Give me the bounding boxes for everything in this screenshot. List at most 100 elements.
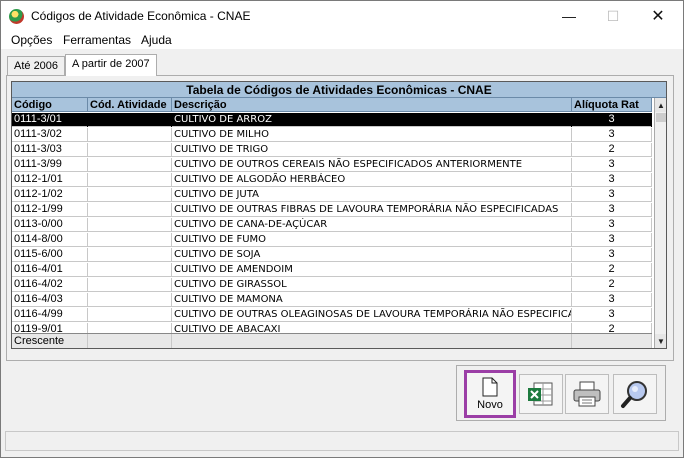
- cell-descricao: CULTIVO DE FUMO: [172, 233, 572, 247]
- cell-aliquota-rat: 3: [572, 293, 652, 307]
- menu-ajuda[interactable]: Ajuda: [141, 33, 172, 47]
- scroll-thumb[interactable]: [656, 113, 666, 122]
- tab-a-partir-2007[interactable]: A partir de 2007: [65, 54, 157, 76]
- status-bar: [5, 431, 679, 451]
- grid-title: Tabela de Códigos de Atividades Econômic…: [12, 82, 666, 98]
- cell-codigo: 0116-4/01: [12, 263, 88, 277]
- grid-header: Código Cód. Atividade Descrição Alíquota…: [12, 98, 652, 112]
- cell-aliquota-rat: 3: [572, 113, 652, 127]
- table-row[interactable]: 0116-4/02 CULTIVO DE GIRASSOL 2: [12, 278, 652, 292]
- menu-bar: Opções Ferramentas Ajuda: [1, 31, 683, 49]
- main-window: Códigos de Atividade Econômica - CNAE — …: [0, 0, 684, 458]
- sort-order-label: Crescente: [12, 334, 88, 348]
- cell-aliquota-rat: 3: [572, 188, 652, 202]
- table-row[interactable]: 0114-8/00 CULTIVO DE FUMO 3: [12, 233, 652, 247]
- cell-codigo: 0111-3/01: [12, 113, 88, 127]
- table-row[interactable]: 0116-4/03 CULTIVO DE MAMONA 3: [12, 293, 652, 307]
- cell-codigo: 0116-4/02: [12, 278, 88, 292]
- cell-descricao: CULTIVO DE SOJA: [172, 248, 572, 262]
- cell-cod-atividade: [88, 263, 172, 277]
- novo-button[interactable]: Novo: [464, 370, 516, 418]
- table-row[interactable]: 0112-1/01 CULTIVO DE ALGODÃO HERBÁCEO 3: [12, 173, 652, 187]
- cell-cod-atividade: [88, 248, 172, 262]
- cell-cod-atividade: [88, 143, 172, 157]
- table-row[interactable]: 0115-6/00 CULTIVO DE SOJA 3: [12, 248, 652, 262]
- cell-aliquota-rat: 2: [572, 143, 652, 157]
- footer-cell: [88, 334, 172, 348]
- column-header-aliquota-rat[interactable]: Alíquota Rat: [572, 98, 652, 112]
- cell-cod-atividade: [88, 128, 172, 142]
- scroll-down-icon[interactable]: ▼: [655, 334, 666, 348]
- cell-codigo: 0112-1/99: [12, 203, 88, 217]
- cell-cod-atividade: [88, 308, 172, 322]
- minimize-button[interactable]: —: [547, 1, 591, 31]
- menu-opcoes[interactable]: Opções: [11, 33, 52, 47]
- cell-descricao: CULTIVO DE ARROZ: [172, 113, 572, 127]
- cell-codigo: 0112-1/01: [12, 173, 88, 187]
- cell-codigo: 0113-0/00: [12, 218, 88, 232]
- new-document-icon: [482, 377, 498, 397]
- search-magnifier-icon: [621, 381, 647, 408]
- cell-aliquota-rat: 3: [572, 173, 652, 187]
- cell-aliquota-rat: 3: [572, 158, 652, 172]
- tab-ate-2006[interactable]: Até 2006: [7, 56, 66, 75]
- grid-footer: Crescente: [12, 333, 652, 348]
- cell-descricao: CULTIVO DE GIRASSOL: [172, 278, 572, 292]
- cell-aliquota-rat: 3: [572, 308, 652, 322]
- cell-aliquota-rat: 3: [572, 203, 652, 217]
- cell-codigo: 0111-3/03: [12, 143, 88, 157]
- cell-descricao: CULTIVO DE MILHO: [172, 128, 572, 142]
- cell-cod-atividade: [88, 293, 172, 307]
- cell-aliquota-rat: 2: [572, 263, 652, 277]
- table-row[interactable]: 0111-3/99 CULTIVO DE OUTROS CEREAIS NÃO E…: [12, 158, 652, 172]
- cell-aliquota-rat: 3: [572, 218, 652, 232]
- cell-codigo: 0114-8/00: [12, 233, 88, 247]
- search-button[interactable]: [613, 374, 657, 414]
- table-row[interactable]: 0112-1/99 CULTIVO DE OUTRAS FIBRAS DE LAV…: [12, 203, 652, 217]
- column-header-cod-atividade[interactable]: Cód. Atividade: [88, 98, 172, 112]
- cell-descricao: CULTIVO DE OUTRAS FIBRAS DE LAVOURA TEMP…: [172, 203, 572, 217]
- table-row[interactable]: 0113-0/00 CULTIVO DE CANA-DE-AÇÚCAR 3: [12, 218, 652, 232]
- cell-cod-atividade: [88, 278, 172, 292]
- column-header-descricao[interactable]: Descrição: [172, 98, 572, 112]
- column-header-codigo[interactable]: Código: [12, 98, 88, 112]
- cell-cod-atividade: [88, 233, 172, 247]
- cell-descricao: CULTIVO DE ALGODÃO HERBÁCEO: [172, 173, 572, 187]
- cell-descricao: CULTIVO DE JUTA: [172, 188, 572, 202]
- cell-codigo: 0111-3/99: [12, 158, 88, 172]
- scroll-up-icon[interactable]: ▲: [655, 98, 666, 112]
- novo-label: Novo: [477, 399, 503, 411]
- cell-codigo: 0111-3/02: [12, 128, 88, 142]
- footer-cell: [572, 334, 652, 348]
- cell-codigo: 0116-4/99: [12, 308, 88, 322]
- cell-descricao: CULTIVO DE MAMONA: [172, 293, 572, 307]
- excel-export-icon: [528, 382, 553, 406]
- menu-ferramentas[interactable]: Ferramentas: [63, 33, 131, 47]
- cell-aliquota-rat: 3: [572, 128, 652, 142]
- export-excel-button[interactable]: [519, 374, 563, 414]
- cnae-grid: Tabela de Códigos de Atividades Econômic…: [11, 81, 667, 349]
- table-row[interactable]: 0111-3/03 CULTIVO DE TRIGO 2: [12, 143, 652, 157]
- cell-descricao: CULTIVO DE TRIGO: [172, 143, 572, 157]
- maximize-button[interactable]: ☐: [591, 1, 635, 31]
- app-icon: [9, 9, 24, 24]
- table-row[interactable]: 0112-1/02 CULTIVO DE JUTA 3: [12, 188, 652, 202]
- cell-cod-atividade: [88, 218, 172, 232]
- printer-icon: [573, 381, 601, 407]
- cell-descricao: CULTIVO DE CANA-DE-AÇÚCAR: [172, 218, 572, 232]
- cell-aliquota-rat: 3: [572, 248, 652, 262]
- close-button[interactable]: ✕: [636, 1, 680, 31]
- table-row[interactable]: 0116-4/01 CULTIVO DE AMENDOIM 2: [12, 263, 652, 277]
- cell-aliquota-rat: 2: [572, 278, 652, 292]
- vertical-scrollbar[interactable]: ▲ ▼: [654, 98, 666, 348]
- cell-descricao: CULTIVO DE OUTRAS OLEAGINOSAS DE LAVOURA…: [174, 308, 572, 322]
- window-title: Códigos de Atividade Econômica - CNAE: [31, 9, 251, 23]
- table-row[interactable]: 0111-3/01 CULTIVO DE ARROZ 3: [12, 113, 652, 127]
- cell-cod-atividade: [88, 203, 172, 217]
- table-row[interactable]: 0116-4/99 CULTIVO DE OUTRAS OLEAGINOSAS D…: [12, 308, 652, 322]
- cell-cod-atividade: [88, 113, 172, 127]
- print-button[interactable]: [565, 374, 609, 414]
- cell-codigo: 0112-1/02: [12, 188, 88, 202]
- table-row[interactable]: 0111-3/02 CULTIVO DE MILHO 3: [12, 128, 652, 142]
- cell-codigo: 0116-4/03: [12, 293, 88, 307]
